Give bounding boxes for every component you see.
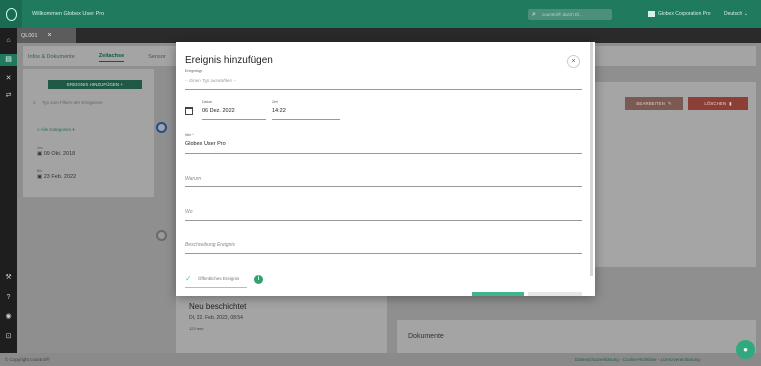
who-label: Wer * [185,133,194,137]
timeline-node[interactable] [156,230,167,241]
edit-button[interactable]: BEARBEITEN ✎ [625,97,683,110]
tab-ql001[interactable]: QL001 × [17,28,76,43]
subtab-infos[interactable]: Infos & Dokumente [28,54,75,60]
where-field[interactable]: Wo [185,209,193,215]
add-event-label: EREIGNIS HINZUFÜGEN [66,82,120,87]
home-icon[interactable]: ⌂ [4,36,13,45]
delete-button-label: LÖSCHEN [704,101,727,106]
checkmark-icon[interactable]: ✓ [185,274,192,283]
logout-icon[interactable]: ⊡ [4,332,13,341]
edit-button-label: BEARBEITEN [636,101,665,106]
timeline-search[interactable]: ⌕ Typ zum Filtern der Ereignisse [33,100,103,106]
documents-panel [397,320,756,353]
add-event-dialog: Ereignis hinzufügen × Ereignistyp -- Ein… [176,42,595,296]
trash-icon: ▮ [729,100,732,106]
cancel-button[interactable] [528,292,582,296]
help-icon[interactable]: ? [4,293,13,302]
tools-icon[interactable]: ✕ [4,74,13,83]
top-bar: Willkommen Globex User Pro ⌕ countrol® d… [0,0,761,28]
event-meta: 123 mm [189,326,204,331]
date-label: Datum [202,100,213,104]
why-field[interactable]: Warum [185,176,201,182]
date-underline [202,119,266,120]
where-underline [185,220,582,221]
pencil-icon: ✎ [667,100,672,106]
search-icon: ⌕ [33,100,36,106]
tab-label: QL001 [21,32,38,39]
welcome-text: Willkommen Globex User Pro [32,11,105,17]
timeline-line [161,127,163,227]
language-label: Deutsch [724,11,743,17]
to-date-label: Bis [37,169,42,173]
from-date-value: 09 Okt. 2018 [43,151,76,157]
time-label: Zeit [272,100,278,104]
from-date-label: Von [37,146,44,150]
public-event-label[interactable]: Öffentliches Ereignis [198,276,239,281]
language-selector[interactable]: Deutsch ⌄ [724,11,748,17]
chevron-down-icon: ⌄ [743,11,748,17]
event-type-label: Ereignistyp [185,69,203,73]
event-type-underline [185,89,582,90]
footer-links[interactable]: Datenschutzerklärung - Cookie-Richtlinie… [575,357,700,362]
footer: © Copyright countrol® Datenschutzerkläru… [0,353,761,366]
event-title: Neu beschichtet [189,302,247,311]
description-field[interactable]: Beschreibung Ereignis [185,242,235,248]
user-icon[interactable]: ◉ [4,312,13,321]
subtab-sensor[interactable]: Sensor [148,54,165,60]
company-name: Globex Corporation Pro [658,11,711,17]
date-field[interactable]: 06 Dez. 2022 [202,108,235,114]
who-field[interactable]: Globex User Pro [185,141,226,147]
info-icon[interactable]: i [254,275,263,284]
close-icon[interactable]: × [567,55,580,68]
global-search[interactable]: ⌕ countrol® durch El... [528,9,612,20]
timeline-node-active[interactable] [156,122,167,133]
logo-ring-icon [5,7,17,21]
why-underline [185,186,582,187]
left-sidebar: ⌂ ▤ ✕ ⇄ ⚒ ? ◉ ⊡ [0,28,17,353]
documents-heading: Dokumente [408,333,444,340]
transfer-icon[interactable]: ⇄ [4,91,13,100]
calendar-icon: ▣ [37,151,43,157]
dialog-scrollbar[interactable] [590,42,593,276]
subtab-list: Infos & Dokumente Zeitachse Sensor [28,50,166,64]
subtab-timeline[interactable]: Zeitachse [98,53,125,62]
who-underline [185,153,582,154]
public-event-underline [185,287,247,288]
time-field[interactable]: 14:22 [272,108,286,114]
calendar-icon: ▣ [37,174,43,180]
global-search-placeholder: countrol® durch El... [541,12,583,17]
timeline-search-placeholder: Typ zum Filtern der Ereignisse [41,100,103,105]
save-button[interactable] [472,292,524,296]
category-filter[interactable]: ≡ Alle Kategorien ▾ [37,127,75,133]
company-selector[interactable]: Globex Corporation Pro [648,11,711,17]
calendar-icon[interactable] [185,107,193,115]
search-icon: ⌕ [532,10,536,18]
to-date[interactable]: Bis ▣ 23 Feb. 2022 [37,169,76,180]
building-icon [648,11,655,17]
document-icon[interactable]: ▤ [0,54,17,66]
description-underline [185,253,582,254]
dialog-title: Ereignis hinzufügen [185,55,273,66]
event-type-select[interactable]: -- Einen Typ auswählen -- [185,78,236,83]
wrench-icon[interactable]: ⚒ [4,273,13,282]
copyright: © Copyright countrol® [5,357,50,362]
time-underline [272,119,340,120]
event-date: DI, 22. Feb. 2022, 08:54 [189,315,243,321]
category-filter-label: Alle Kategorien [40,127,72,132]
close-icon[interactable]: × [48,32,52,39]
tab-strip: QL001 × [17,28,761,43]
to-date-value: 23 Feb. 2022 [43,174,77,180]
add-event-button[interactable]: EREIGNIS HINZUFÜGEN + [48,80,142,89]
app-logo[interactable] [0,0,22,28]
chat-icon[interactable]: ● [736,340,755,359]
from-date[interactable]: Von ▣ 09 Okt. 2018 [37,146,75,157]
delete-button[interactable]: LÖSCHEN ▮ [688,97,748,110]
